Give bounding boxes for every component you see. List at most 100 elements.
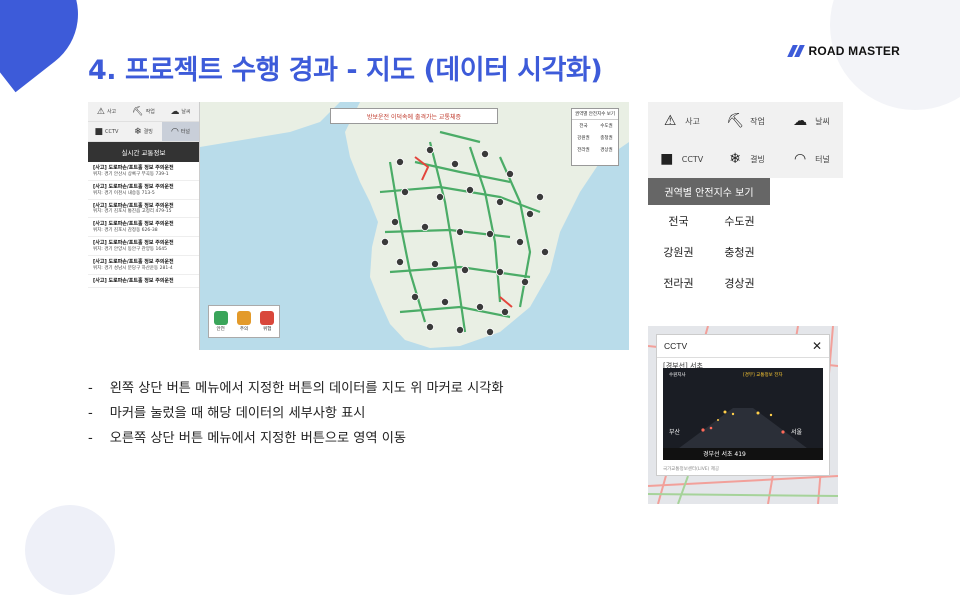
tunnel-marker-icon[interactable] <box>485 327 494 336</box>
sidebar-category-buttons: ⚠ 사고 ⛏ 작업 ☁ 날씨 ■ CCTV ❄ 결빙 ◠ 터널 <box>88 102 199 142</box>
region-button-jeolla[interactable]: 전라권 <box>648 267 709 298</box>
tunnel-marker-icon[interactable] <box>390 218 399 227</box>
snowflake-icon: ❄ <box>134 126 142 137</box>
category-button-icing[interactable]: ❄ 결빙 <box>713 140 778 178</box>
sidebar-button-icing[interactable]: ❄ 결빙 <box>125 122 162 142</box>
cctv-popup-title: CCTV <box>664 341 688 351</box>
category-label: CCTV <box>681 154 704 164</box>
logo-text: ROAD MASTER <box>808 44 900 58</box>
cctv-popup-screenshot: CCTV ✕ [경부선] 서초 수원지사 [경부] 교통정보 전자 부산 서울 … <box>648 326 838 504</box>
tunnel-marker-icon[interactable] <box>475 302 484 311</box>
tunnel-marker-icon[interactable] <box>535 193 544 202</box>
tunnel-marker-icon[interactable] <box>430 259 439 268</box>
tunnel-marker-icon[interactable] <box>505 170 514 179</box>
sidebar: ⚠ 사고 ⛏ 작업 ☁ 날씨 ■ CCTV ❄ 결빙 ◠ 터널 실시간 교통정보 [사고] … <box>88 102 200 350</box>
category-button-tunnel[interactable]: ◠ 터널 <box>778 140 843 178</box>
traffic-info-item[interactable]: [사고] 도로파손/포트홀 정보 주의운전 위치: 경기 이천시 내승동 713-… <box>88 181 199 200</box>
tunnel-marker-icon[interactable] <box>400 188 409 197</box>
tunnel-marker-icon[interactable] <box>410 292 419 301</box>
tunnel-marker-icon[interactable] <box>380 237 389 246</box>
tunnel-marker-icon[interactable] <box>425 146 434 155</box>
traffic-info-item[interactable]: [사고] 도로파손/포트홀 정보 주의운전 위치: 경기 김포시 통진읍 고정리 … <box>88 200 199 219</box>
region-button-all[interactable]: 전국 <box>648 205 709 236</box>
decor-corner-top-left <box>0 0 103 93</box>
bullet-list: - 왼쪽 상단 버튼 메뉴에서 지정한 버튼의 데이터를 지도 위 마커로 시각화… <box>88 376 504 451</box>
tunnel-marker-icon[interactable] <box>420 223 429 232</box>
category-button-cctv[interactable]: ■ CCTV <box>648 140 713 178</box>
map-search-box[interactable]: 방보운전 이덕속에 출격가는 교통체증 <box>330 108 498 124</box>
tunnel-marker-icon[interactable] <box>520 277 529 286</box>
map-app-screenshot: ⚠ 사고 ⛏ 작업 ☁ 날씨 ■ CCTV ❄ 결빙 ◠ 터널 실시간 교통정보 [사고] … <box>88 102 629 350</box>
sidebar-button-cctv[interactable]: ■ CCTV <box>88 122 125 142</box>
tunnel-marker-icon[interactable] <box>460 265 469 274</box>
tunnel-marker-icon[interactable] <box>455 325 464 334</box>
region-button-gyeongsang[interactable]: 경상권 <box>709 267 770 298</box>
map-region-button[interactable]: 강원권 <box>572 132 595 144</box>
tunnel-marker-icon[interactable] <box>450 160 459 169</box>
decor-circle-bottom-left <box>25 505 115 595</box>
bullet-mark: - <box>88 381 93 396</box>
tunnel-marker-icon[interactable] <box>455 228 464 237</box>
cctv-video-frame: 수원지사 [경부] 교통정보 전자 부산 서울 경부선 서초 419 <box>663 368 823 460</box>
traffic-info-item[interactable]: [사고] 도로파손/포트홀 정보 주의운전 위치: 경기 김포시 감정동 626-… <box>88 218 199 238</box>
face-icon <box>236 311 251 325</box>
cctv-popup: CCTV ✕ [경부선] 서초 수원지사 [경부] 교통정보 전자 부산 서울 … <box>656 334 830 476</box>
roadwork-icon: ⛏ <box>726 113 745 129</box>
cctv-video[interactable]: 수원지사 [경부] 교통정보 전자 부산 서울 경부선 서초 419 <box>663 368 823 460</box>
region-button-capital[interactable]: 수도권 <box>709 205 770 236</box>
tunnel-marker-icon[interactable] <box>540 247 549 256</box>
cctv-source: 국가교통정보센터(LIVE) 제공 <box>663 467 720 472</box>
traffic-info-detail: 위치: 경기 이천시 내승동 713-5 <box>93 190 155 196</box>
map-region-button[interactable]: 경상권 <box>595 144 618 156</box>
legend-safe: 안전 <box>213 311 228 332</box>
tunnel-icon: ◠ <box>170 126 179 137</box>
traffic-info-item[interactable]: [사고] 도로파손/포트홀 정보 주의운전 위치: 경기 성남시 분당구 하산운동… <box>88 256 199 275</box>
sidebar-button-label: CCTV <box>105 128 119 135</box>
category-label: 터널 <box>815 154 830 164</box>
legend-caution: 주의 <box>236 311 251 332</box>
tunnel-marker-icon[interactable] <box>440 297 449 306</box>
region-button-gangwon[interactable]: 강원권 <box>648 236 709 267</box>
sidebar-button-label: 작업 <box>145 109 155 115</box>
tunnel-marker-icon[interactable] <box>435 193 444 202</box>
category-button-accident[interactable]: ⚠ 사고 <box>648 102 713 140</box>
map-view[interactable]: 방보운전 이덕속에 출격가는 교통체증 권역별 안전지수 보기 전국 수도권 강… <box>200 102 629 350</box>
tunnel-marker-icon[interactable] <box>495 267 504 276</box>
category-button-roadwork[interactable]: ⛏ 작업 <box>713 102 778 140</box>
sidebar-button-tunnel[interactable]: ◠ 터널 <box>162 122 199 142</box>
map-region-button[interactable]: 전국 <box>572 120 595 132</box>
traffic-info-item[interactable]: [사고] 도로파손/포트홀 정보 주의운전 위치: 경기 안양시 동안구 관양동 … <box>88 237 199 257</box>
category-label: 사고 <box>685 116 700 126</box>
traffic-info-detail: 위치: 경기 안산시 상록구 부곡동 739-1 <box>93 171 169 177</box>
legend-danger: 위험 <box>260 311 275 332</box>
accident-icon: ⚠ <box>663 113 677 129</box>
logo: ROAD MASTER <box>787 44 900 58</box>
close-icon[interactable]: ✕ <box>812 339 822 353</box>
traffic-info-item[interactable]: [사고] 도로파손/포트홀 정보 주의운전 <box>88 275 199 288</box>
map-region-button[interactable]: 수도권 <box>595 120 618 132</box>
slide-title: 4. 프로젝트 수행 경과 - 지도 (데이터 시각화) <box>88 55 603 86</box>
map-region-button[interactable]: 전라권 <box>572 144 595 156</box>
tunnel-marker-icon[interactable] <box>395 257 404 266</box>
bullet-item: - 마커를 눌렀을 때 해당 데이터의 세부사항 표시 <box>88 401 504 426</box>
traffic-info-title: [사고] 도로파손/포트홀 정보 주의운전 <box>93 183 174 190</box>
tunnel-marker-icon[interactable] <box>465 186 474 195</box>
cctv-bottom-label: 경부선 서초 419 <box>703 450 746 458</box>
sidebar-button-roadwork[interactable]: ⛏ 작업 <box>125 102 162 122</box>
traffic-info-item[interactable]: [사고] 도로파손/포트홀 정보 주의운전 위치: 경기 안산시 상록구 부곡동 … <box>88 162 199 181</box>
bullet-item: - 오른쪽 상단 버튼 메뉴에서 지정한 버튼으로 영역 이동 <box>88 426 504 451</box>
tunnel-marker-icon[interactable] <box>480 150 489 159</box>
region-button-chungcheong[interactable]: 충청권 <box>709 236 770 267</box>
tunnel-marker-icon[interactable] <box>395 158 404 167</box>
category-button-weather[interactable]: ☁ 날씨 <box>778 102 843 140</box>
map-region-button[interactable]: 충청권 <box>595 132 618 144</box>
tunnel-marker-icon[interactable] <box>515 237 524 246</box>
tunnel-marker-icon[interactable] <box>425 322 434 331</box>
tunnel-marker-icon[interactable] <box>500 307 509 316</box>
sidebar-button-accident[interactable]: ⚠ 사고 <box>88 102 125 122</box>
tunnel-marker-icon[interactable] <box>485 229 494 238</box>
tunnel-marker-icon[interactable] <box>495 198 504 207</box>
sidebar-button-weather[interactable]: ☁ 날씨 <box>162 102 199 122</box>
tunnel-marker-icon[interactable] <box>525 210 534 219</box>
traffic-info-detail: 위치: 경기 안양시 동안구 관양동 1645 <box>93 247 167 252</box>
